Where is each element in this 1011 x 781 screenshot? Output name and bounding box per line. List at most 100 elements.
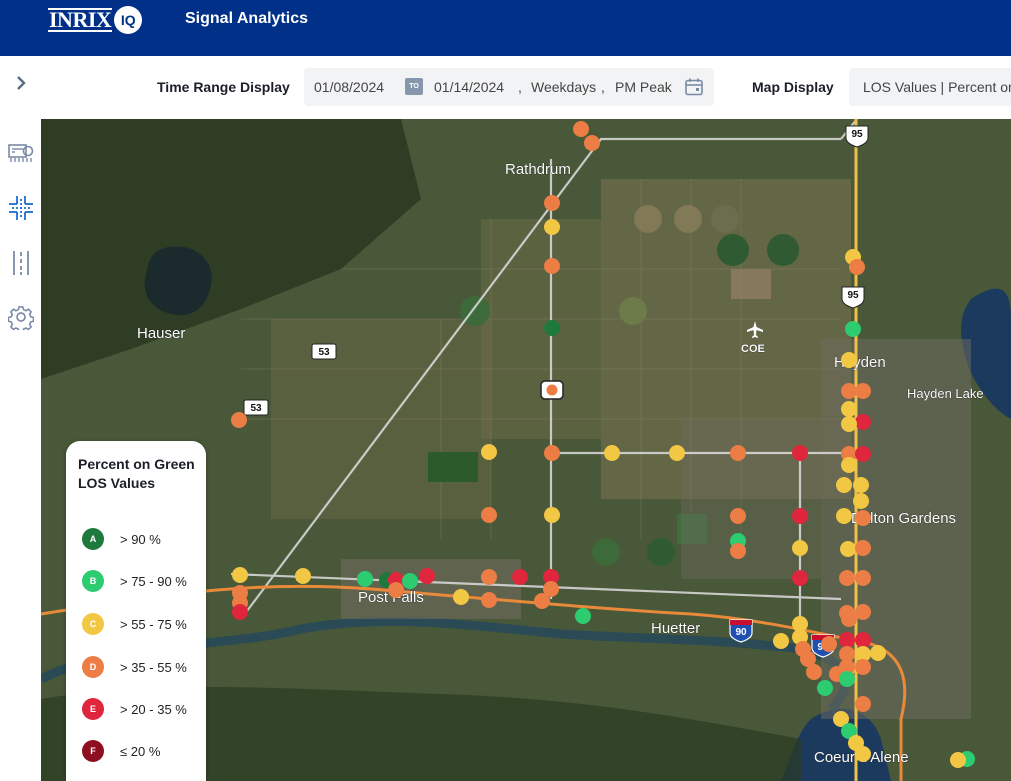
legend-range: > 75 - 90 %	[120, 573, 187, 589]
corridor-icon	[12, 251, 29, 275]
intersection-marker[interactable]	[855, 746, 871, 762]
intersection-marker[interactable]	[855, 540, 871, 556]
intersection-marker[interactable]	[773, 633, 789, 649]
intersection-marker[interactable]	[232, 567, 248, 583]
intersection-marker[interactable]	[402, 573, 418, 589]
intersection-marker[interactable]	[357, 571, 373, 587]
legend-range: > 90 %	[120, 531, 161, 547]
time-range-picker[interactable]: 01/08/2024 TO 01/14/2024 , Weekdays , PM…	[304, 68, 714, 106]
sidebar-item-settings[interactable]	[0, 300, 41, 334]
intersection-marker[interactable]	[836, 477, 852, 493]
intersection-marker[interactable]	[512, 569, 528, 585]
los-legend: Percent on Green LOS Values A > 90 % B >…	[66, 441, 206, 781]
app-title: Signal Analytics	[185, 10, 308, 27]
intersection-marker[interactable]	[855, 510, 871, 526]
intersection-marker[interactable]	[544, 507, 560, 523]
place-label: Hauser	[137, 325, 185, 342]
svg-text:95: 95	[847, 290, 859, 301]
intersection-marker[interactable]	[841, 416, 857, 432]
legend-item: D > 35 - 55 %	[82, 655, 187, 679]
intersection-marker[interactable]	[855, 414, 871, 430]
intersection-marker[interactable]	[849, 259, 865, 275]
legend-item: A > 90 %	[82, 527, 161, 551]
intersection-marker[interactable]	[839, 632, 855, 648]
intersection-marker[interactable]	[853, 493, 869, 509]
intersection-marker[interactable]	[821, 636, 837, 652]
sidebar-expand-button[interactable]	[0, 66, 41, 100]
intersection-marker[interactable]	[792, 540, 808, 556]
svg-text:95: 95	[851, 129, 863, 140]
intersection-marker[interactable]	[544, 195, 560, 211]
intersection-marker[interactable]	[855, 604, 871, 620]
sidebar-item-dashboard[interactable]	[0, 135, 41, 169]
calendar-icon[interactable]	[684, 77, 704, 97]
intersection-marker[interactable]	[295, 568, 311, 584]
intersection-marker[interactable]	[453, 589, 469, 605]
intersection-marker[interactable]	[806, 664, 822, 680]
intersection-marker[interactable]	[534, 593, 550, 609]
intersection-marker[interactable]	[544, 445, 560, 461]
logo-text: INRIX	[48, 7, 113, 32]
intersection-marker[interactable]	[669, 445, 685, 461]
place-label: Hayden Lake	[907, 386, 984, 401]
intersection-marker[interactable]	[481, 444, 497, 460]
intersection-marker[interactable]	[730, 445, 746, 461]
top-bar: INRIX IQ Signal Analytics	[0, 0, 1011, 56]
intersection-marker[interactable]	[792, 508, 808, 524]
intersection-marker[interactable]	[546, 384, 558, 396]
sidebar-item-corridors[interactable]	[0, 246, 41, 280]
intersection-marker[interactable]	[841, 352, 857, 368]
intersection-marker[interactable]	[730, 543, 746, 559]
sidebar-item-intersections[interactable]	[0, 191, 41, 225]
intersection-marker[interactable]	[573, 121, 589, 137]
intersection-marker[interactable]	[855, 446, 871, 462]
place-label: COE	[741, 343, 765, 355]
intersection-marker[interactable]	[845, 321, 861, 337]
intersection-marker[interactable]	[855, 696, 871, 712]
dashboard-icon	[7, 144, 33, 162]
intersection-marker[interactable]	[841, 383, 857, 399]
intersection-marker[interactable]	[792, 570, 808, 586]
intersection-marker[interactable]	[544, 219, 560, 235]
intersection-marker[interactable]	[419, 568, 435, 584]
intersection-marker[interactable]	[839, 570, 855, 586]
intersection-marker[interactable]	[841, 401, 857, 417]
intersection-marker[interactable]	[855, 632, 871, 648]
inrix-logo[interactable]: INRIX IQ	[48, 6, 143, 34]
los-grade-badge: D	[82, 656, 104, 678]
sidebar	[0, 56, 42, 781]
intersection-marker[interactable]	[544, 320, 560, 336]
intersection-marker[interactable]	[836, 508, 852, 524]
intersection-marker[interactable]	[853, 477, 869, 493]
intersection-marker[interactable]	[841, 611, 857, 627]
intersection-marker[interactable]	[817, 680, 833, 696]
legend-range: > 55 - 75 %	[120, 616, 187, 632]
intersection-marker[interactable]	[388, 582, 404, 598]
intersection-marker[interactable]	[481, 569, 497, 585]
intersection-marker[interactable]	[544, 258, 560, 274]
intersection-marker[interactable]	[839, 671, 855, 687]
svg-text:53: 53	[250, 403, 262, 414]
intersection-marker[interactable]	[481, 507, 497, 523]
intersection-marker[interactable]	[231, 412, 247, 428]
intersection-marker[interactable]	[730, 508, 746, 524]
legend-item: C > 55 - 75 %	[82, 612, 187, 636]
los-grade-badge: F	[82, 740, 104, 762]
logo-badge: IQ	[114, 6, 143, 34]
intersection-marker[interactable]	[481, 592, 497, 608]
intersection-marker[interactable]	[870, 645, 886, 661]
intersection-marker[interactable]	[855, 570, 871, 586]
intersection-marker[interactable]	[584, 135, 600, 151]
map-display-select[interactable]: LOS Values | Percent on Green	[849, 68, 1011, 106]
intersection-marker[interactable]	[232, 604, 248, 620]
intersection-marker[interactable]	[840, 541, 856, 557]
los-grade-badge: A	[82, 528, 104, 550]
intersection-marker[interactable]	[604, 445, 620, 461]
intersection-marker[interactable]	[855, 659, 871, 675]
intersection-marker[interactable]	[855, 383, 871, 399]
intersection-marker[interactable]	[841, 457, 857, 473]
chevron-right-icon	[16, 76, 26, 90]
intersection-marker[interactable]	[792, 445, 808, 461]
intersection-marker[interactable]	[950, 752, 966, 768]
intersection-marker[interactable]	[575, 608, 591, 624]
